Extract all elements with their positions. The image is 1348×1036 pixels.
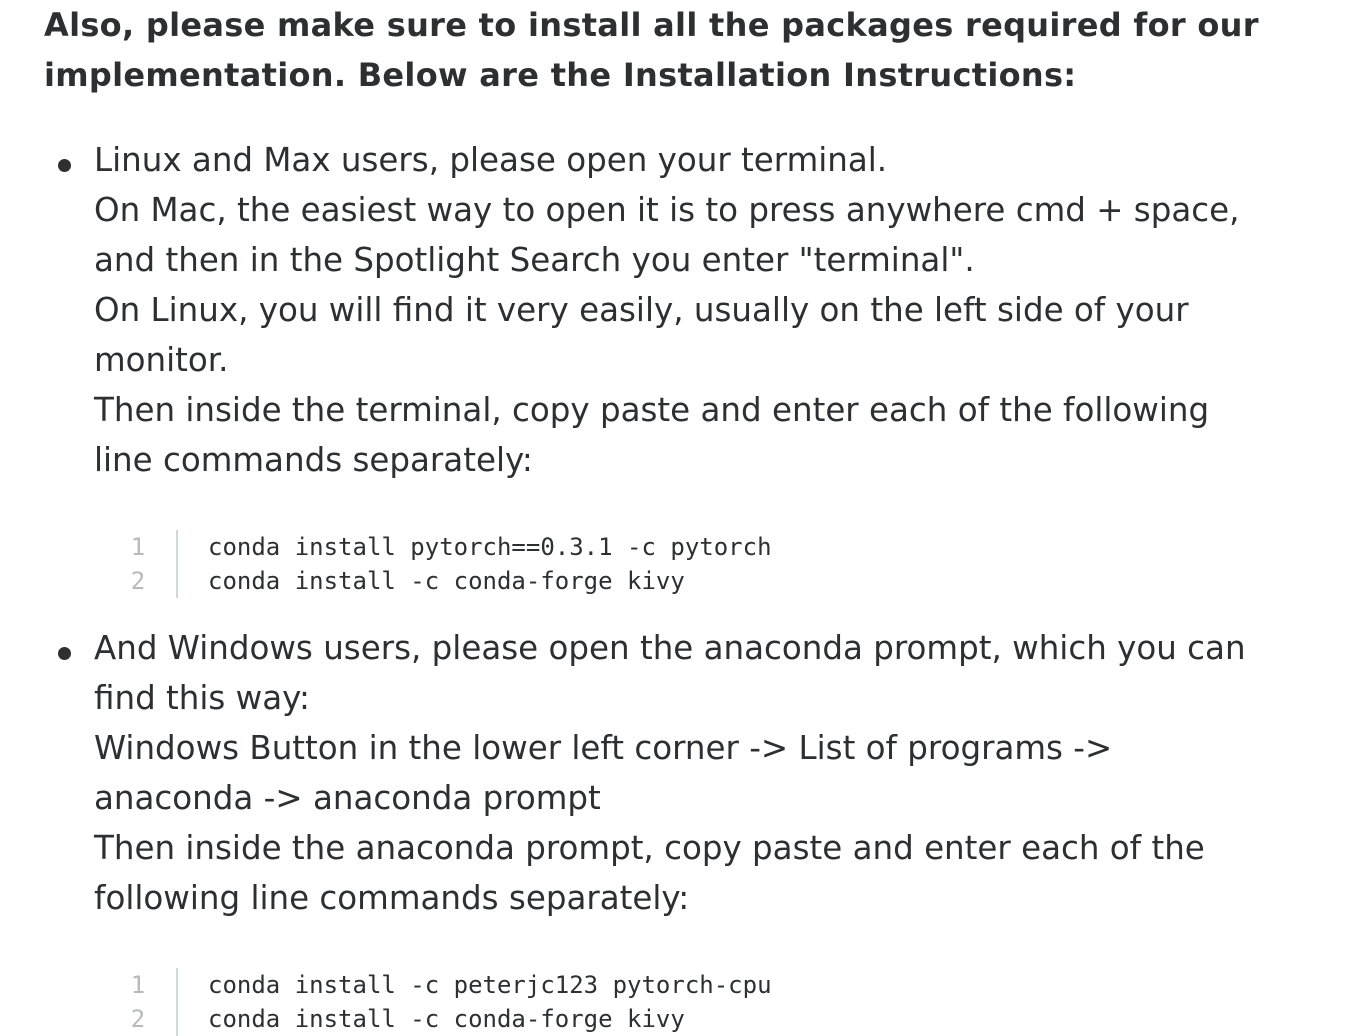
instruction-line: Then inside the anaconda prompt, copy pa… xyxy=(94,829,1205,867)
code-text[interactable]: conda install -c peterjc123 pytorch-cpu xyxy=(208,968,772,1002)
line-number: 2 xyxy=(130,1005,146,1033)
instruction-line: On Linux, you will find it very easily, … xyxy=(94,291,1189,329)
heading-line: Also, please make sure to install all th… xyxy=(44,6,1259,44)
line-number: 1 xyxy=(130,533,146,561)
windows-instructions: And Windows users, please open the anaco… xyxy=(94,623,1314,923)
code-block-windows[interactable]: 1 conda install -c peterjc123 pytorch-cp… xyxy=(120,968,1220,1036)
instruction-line: Then inside the terminal, copy paste and… xyxy=(94,391,1210,429)
line-number: 1 xyxy=(130,971,146,999)
instruction-line: Windows Button in the lower left corner … xyxy=(94,729,1113,767)
instruction-line: And Windows users, please open the anaco… xyxy=(94,629,1246,667)
instructions-heading: Also, please make sure to install all th… xyxy=(44,0,1304,100)
instruction-line: line commands separately: xyxy=(94,441,533,479)
line-number: 2 xyxy=(130,567,146,595)
instruction-line: find this way: xyxy=(94,679,310,717)
instruction-line: and then in the Spotlight Search you ent… xyxy=(94,241,975,279)
bullet-icon xyxy=(58,647,71,660)
linux-mac-instructions: Linux and Max users, please open your te… xyxy=(94,135,1314,485)
code-gutter-divider xyxy=(176,530,178,598)
code-text[interactable]: conda install -c conda-forge kivy xyxy=(208,564,685,598)
instruction-line: following line commands separately: xyxy=(94,879,690,917)
code-text[interactable]: conda install pytorch==0.3.1 -c pytorch xyxy=(208,530,772,564)
bullet-icon xyxy=(58,159,71,172)
code-text[interactable]: conda install -c conda-forge kivy xyxy=(208,1002,685,1036)
instruction-line: anaconda -> anaconda prompt xyxy=(94,779,601,817)
code-gutter-divider xyxy=(176,968,178,1036)
heading-line: implementation. Below are the Installati… xyxy=(44,56,1077,94)
instruction-line: Linux and Max users, please open your te… xyxy=(94,141,888,179)
code-block-linux-mac[interactable]: 1 conda install pytorch==0.3.1 -c pytorc… xyxy=(120,530,1220,598)
instruction-line: monitor. xyxy=(94,341,229,379)
instruction-line: On Mac, the easiest way to open it is to… xyxy=(94,191,1240,229)
